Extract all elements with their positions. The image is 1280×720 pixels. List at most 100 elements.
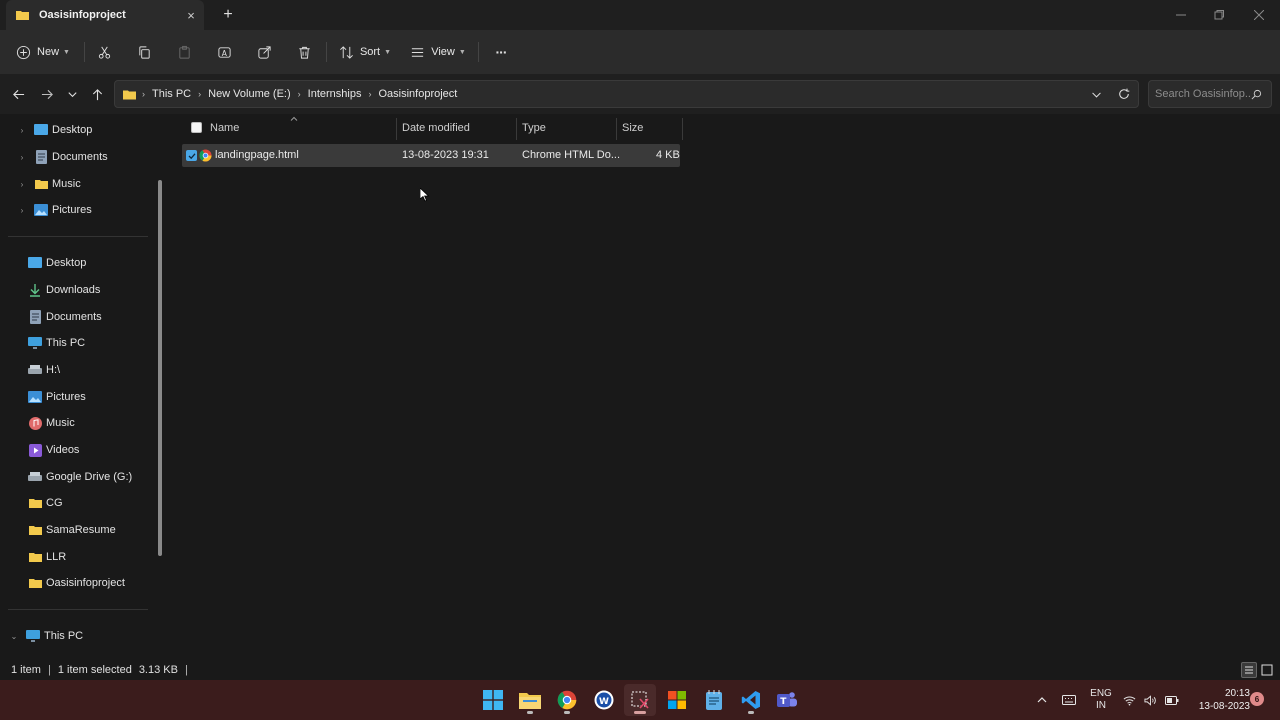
- chevron-right-icon[interactable]: ›: [16, 206, 28, 215]
- tab-oasisinfoproject[interactable]: Oasisinfoproject ×: [6, 0, 204, 30]
- taskbar-vscode[interactable]: [735, 684, 767, 716]
- close-window-button[interactable]: [1240, 0, 1278, 30]
- quick-access-pictures[interactable]: Pictures 📌: [28, 384, 86, 410]
- taskbar-wps[interactable]: W: [588, 684, 620, 716]
- tiles-view-button[interactable]: [1259, 662, 1275, 678]
- share-button[interactable]: [252, 36, 276, 68]
- cut-button[interactable]: [92, 36, 116, 68]
- column-separator[interactable]: [516, 118, 517, 140]
- chevron-down-icon: [67, 91, 77, 97]
- quick-access-music[interactable]: Music 📌: [28, 410, 75, 436]
- address-bar[interactable]: › This PC › New Volume (E:) › Internship…: [114, 80, 1139, 108]
- sort-label: Sort: [359, 46, 381, 58]
- status-bar: 1 item | 1 item selected 3.13 KB |: [0, 660, 1280, 680]
- notification-badge[interactable]: 6: [1250, 692, 1264, 706]
- file-name: landingpage.html: [215, 149, 299, 161]
- quick-settings-button[interactable]: [1122, 680, 1180, 720]
- address-row: › This PC › New Volume (E:) › Internship…: [0, 74, 1280, 114]
- snipping-tool-icon: [631, 691, 649, 709]
- copy-button[interactable]: [132, 36, 156, 68]
- quick-access-h-drive[interactable]: H:\ 📌: [28, 357, 60, 383]
- checkmark-icon: [188, 152, 195, 159]
- quick-access-documents[interactable]: Documents 📌: [28, 304, 102, 330]
- plus-circle-icon: [16, 45, 31, 59]
- chevron-right-icon[interactable]: ›: [16, 126, 28, 135]
- new-tab-button[interactable]: +: [216, 5, 240, 25]
- file-type: Chrome HTML Do...: [522, 149, 621, 161]
- nav-this-pc[interactable]: ⌄ This PC: [8, 623, 83, 649]
- quick-access-llr[interactable]: LLR 📌: [28, 544, 66, 570]
- view-button[interactable]: View ▼: [408, 36, 468, 68]
- pictures-icon: [28, 390, 42, 404]
- column-header-name[interactable]: Name: [210, 114, 239, 142]
- nav-tree-pictures[interactable]: › Pictures: [16, 197, 92, 223]
- quick-access-downloads[interactable]: Downloads 📌: [28, 277, 100, 303]
- maximize-button[interactable]: [1200, 0, 1238, 30]
- recent-locations-button[interactable]: [62, 84, 82, 104]
- quick-access-desktop[interactable]: Desktop 📌: [28, 250, 86, 276]
- column-header-date[interactable]: Date modified: [402, 114, 470, 142]
- quick-access-samaresume[interactable]: SamaResume 📌: [28, 517, 116, 543]
- up-button[interactable]: [87, 84, 107, 104]
- more-options-button[interactable]: ···: [488, 36, 514, 68]
- select-all-checkbox[interactable]: [191, 122, 202, 133]
- chevron-down-icon[interactable]: ⌄: [8, 632, 20, 641]
- taskbar-chrome[interactable]: [551, 684, 583, 716]
- column-header-size[interactable]: Size: [622, 114, 643, 142]
- file-row[interactable]: landingpage.html 13-08-2023 19:31 Chrome…: [182, 144, 680, 167]
- breadcrumb-internships[interactable]: Internships: [308, 88, 362, 100]
- rename-button[interactable]: A: [212, 36, 236, 68]
- column-separator[interactable]: [396, 118, 397, 140]
- folder-icon: [16, 11, 29, 20]
- nav-tree-label: Pictures: [52, 204, 92, 216]
- folder-icon: [28, 550, 42, 564]
- details-view-button[interactable]: [1241, 662, 1257, 678]
- search-input[interactable]: [1155, 88, 1251, 100]
- breadcrumb-oasisinfoproject[interactable]: Oasisinfoproject: [378, 88, 457, 100]
- file-date: 13-08-2023 19:31: [402, 149, 489, 161]
- show-hidden-icons-button[interactable]: [1032, 680, 1052, 720]
- sort-button[interactable]: Sort ▼: [336, 36, 394, 68]
- nav-tree-documents[interactable]: › Documents: [16, 144, 108, 170]
- minimize-button[interactable]: [1162, 0, 1200, 30]
- refresh-button[interactable]: [1110, 88, 1138, 100]
- tab-close-icon[interactable]: ×: [178, 8, 204, 23]
- column-type-label: Type: [522, 122, 546, 134]
- search-box[interactable]: [1148, 80, 1272, 108]
- quick-access-cg[interactable]: CG 📌: [28, 490, 63, 516]
- breadcrumb-this-pc[interactable]: This PC: [152, 88, 191, 100]
- search-icon: [1251, 89, 1262, 99]
- keyboard-button[interactable]: [1058, 680, 1080, 720]
- nav-tree-music[interactable]: › Music: [16, 171, 81, 197]
- taskbar-teams[interactable]: T: [771, 684, 803, 716]
- nav-tree-desktop[interactable]: › Desktop: [16, 117, 92, 143]
- column-separator[interactable]: [682, 118, 683, 140]
- quick-access-this-pc[interactable]: This PC 📌: [28, 330, 85, 356]
- address-history-button[interactable]: [1082, 89, 1110, 100]
- taskbar-snipping-tool[interactable]: [624, 684, 656, 716]
- quick-access-oasisinfoproject[interactable]: Oasisinfoproject: [28, 570, 125, 596]
- taskbar-notepad[interactable]: [698, 684, 730, 716]
- quick-access-videos[interactable]: Videos 📌: [28, 437, 79, 463]
- taskbar-store[interactable]: [661, 684, 693, 716]
- column-header-type[interactable]: Type: [522, 114, 546, 142]
- svg-text:T: T: [780, 697, 787, 707]
- column-separator[interactable]: [616, 118, 617, 140]
- clock[interactable]: 20:13 13-08-2023: [1186, 687, 1250, 713]
- chevron-right-icon[interactable]: ›: [16, 153, 28, 162]
- back-button[interactable]: [8, 84, 28, 104]
- row-checkbox[interactable]: [186, 150, 197, 161]
- delete-button[interactable]: [292, 36, 316, 68]
- chevron-right-icon[interactable]: ›: [16, 180, 28, 189]
- paste-button[interactable]: [172, 36, 196, 68]
- breadcrumb-new-volume[interactable]: New Volume (E:): [208, 88, 291, 100]
- running-indicator: [527, 711, 533, 714]
- new-button[interactable]: New ▼: [12, 36, 74, 68]
- start-button[interactable]: [477, 684, 509, 716]
- taskbar-file-explorer[interactable]: [514, 684, 546, 716]
- language-indicator[interactable]: ENG IN: [1086, 680, 1116, 720]
- nav-scrollbar[interactable]: [158, 180, 162, 556]
- quick-access-google-drive[interactable]: Google Drive (G:) 📌: [28, 464, 132, 490]
- quick-access-label: Pictures: [46, 391, 86, 403]
- forward-button[interactable]: [37, 84, 57, 104]
